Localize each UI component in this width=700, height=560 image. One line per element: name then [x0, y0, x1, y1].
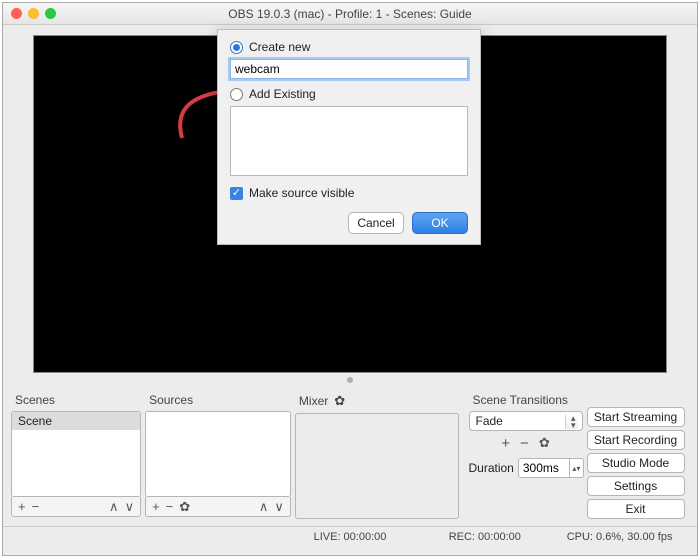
studio-mode-button[interactable]: Studio Mode: [587, 453, 685, 473]
make-visible-label: Make source visible: [249, 186, 354, 200]
create-new-radio-row[interactable]: Create new: [230, 40, 468, 54]
create-new-radio[interactable]: [230, 41, 243, 54]
status-cpu: CPU: 0.6%, 30.00 fps: [552, 531, 687, 543]
scenes-header: Scenes: [11, 391, 141, 411]
preview-resize-handle[interactable]: [347, 377, 353, 383]
existing-sources-list[interactable]: [230, 106, 468, 176]
scene-move-up-button[interactable]: ∧: [109, 499, 119, 515]
sources-toolbar: + − ✿ ∧ ∨: [145, 497, 291, 517]
traffic-lights: [11, 8, 56, 19]
app-window: OBS 19.0.3 (mac) - Profile: 1 - Scenes: …: [2, 2, 698, 556]
minimize-icon[interactable]: [28, 8, 39, 19]
source-add-button[interactable]: +: [152, 499, 160, 514]
titlebar: OBS 19.0.3 (mac) - Profile: 1 - Scenes: …: [3, 3, 697, 25]
status-live: LIVE: 00:00:00: [283, 531, 418, 543]
duration-spin-arrows[interactable]: ▴▾: [570, 458, 584, 478]
start-recording-button[interactable]: Start Recording: [587, 430, 685, 450]
duration-input[interactable]: [518, 458, 570, 478]
add-existing-radio-row[interactable]: Add Existing: [230, 87, 468, 101]
source-move-down-button[interactable]: ∨: [274, 499, 284, 515]
scene-move-down-button[interactable]: ∨: [125, 499, 135, 515]
scenes-panel: Scenes Scene + − ∧ ∨: [11, 391, 141, 522]
settings-button[interactable]: Settings: [587, 476, 685, 496]
ok-button[interactable]: OK: [412, 212, 468, 234]
bottom-panels: Scenes Scene + − ∧ ∨ Sources + − ✿ ∧ ∨: [3, 389, 697, 526]
mixer-box[interactable]: [295, 413, 459, 519]
create-source-dialog: Create new Add Existing ✓ Make source vi…: [217, 29, 481, 245]
add-existing-radio[interactable]: [230, 88, 243, 101]
transition-settings-button[interactable]: ✿: [539, 435, 550, 452]
window-title: OBS 19.0.3 (mac) - Profile: 1 - Scenes: …: [3, 7, 697, 21]
status-rec: REC: 00:00:00: [417, 531, 552, 543]
controls-panel: Start Streaming Start Recording Studio M…: [587, 391, 689, 522]
select-arrows-icon: ▴▾: [571, 415, 576, 429]
exit-button[interactable]: Exit: [587, 499, 685, 519]
source-move-up-button[interactable]: ∧: [259, 499, 269, 515]
transitions-panel: Scene Transitions Fade ▴▾ + − ✿ Duration…: [463, 391, 583, 522]
source-remove-button[interactable]: −: [166, 499, 174, 514]
mixer-header: Mixer ✿: [295, 391, 459, 413]
source-settings-button[interactable]: ✿: [179, 499, 190, 515]
check-icon: ✓: [232, 188, 241, 199]
start-streaming-button[interactable]: Start Streaming: [587, 407, 685, 427]
scenes-list[interactable]: Scene: [11, 411, 141, 497]
status-bar: LIVE: 00:00:00 REC: 00:00:00 CPU: 0.6%, …: [3, 526, 697, 546]
scene-remove-button[interactable]: −: [32, 499, 40, 514]
transition-selected-label: Fade: [476, 414, 503, 428]
create-new-label: Create new: [249, 40, 310, 54]
transitions-header: Scene Transitions: [469, 391, 583, 411]
mixer-panel: Mixer ✿: [295, 391, 459, 522]
source-name-input[interactable]: [230, 59, 468, 79]
make-visible-row[interactable]: ✓ Make source visible: [230, 186, 468, 200]
sources-header: Sources: [145, 391, 291, 411]
transition-tools: + − ✿: [469, 435, 583, 452]
sources-list[interactable]: [145, 411, 291, 497]
scene-item[interactable]: Scene: [12, 412, 140, 430]
zoom-icon[interactable]: [45, 8, 56, 19]
duration-label: Duration: [469, 461, 514, 475]
mixer-header-label: Mixer: [299, 394, 328, 408]
transition-remove-button[interactable]: −: [520, 435, 529, 452]
add-existing-label: Add Existing: [249, 87, 316, 101]
sources-panel: Sources + − ✿ ∧ ∨: [145, 391, 291, 522]
transition-add-button[interactable]: +: [501, 435, 510, 452]
scene-add-button[interactable]: +: [18, 499, 26, 514]
mixer-settings-icon[interactable]: ✿: [334, 393, 345, 409]
transition-select[interactable]: Fade ▴▾: [469, 411, 583, 431]
scenes-toolbar: + − ∧ ∨: [11, 497, 141, 517]
duration-stepper[interactable]: ▴▾: [518, 458, 584, 478]
cancel-button[interactable]: Cancel: [348, 212, 404, 234]
make-visible-checkbox[interactable]: ✓: [230, 187, 243, 200]
duration-row: Duration ▴▾: [469, 458, 583, 478]
close-icon[interactable]: [11, 8, 22, 19]
